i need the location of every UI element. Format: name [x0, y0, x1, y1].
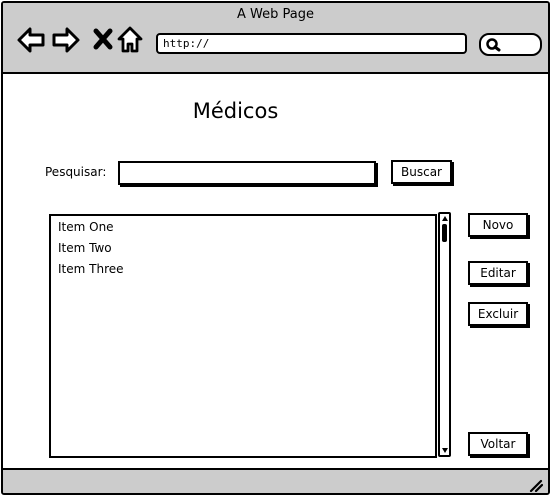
status-bar: [3, 468, 548, 493]
list-item[interactable]: Item Two: [58, 240, 112, 256]
delete-button[interactable]: Excluir: [468, 302, 528, 326]
scroll-down-arrow-icon[interactable]: [442, 448, 448, 453]
scroll-thumb[interactable]: [442, 224, 447, 242]
scroll-up-arrow-icon[interactable]: [442, 216, 448, 221]
window-title: A Web Page: [237, 7, 314, 22]
list-item[interactable]: Item One: [58, 219, 114, 235]
browser-toolbar: A Web Page http://: [3, 3, 548, 74]
list-scrollbar[interactable]: [438, 212, 451, 457]
resize-grip-icon[interactable]: [529, 477, 544, 493]
new-button[interactable]: Novo: [468, 213, 528, 237]
browser-window: A Web Page http:// Médicos Pesquisar: Bu…: [1, 1, 550, 495]
back-button[interactable]: Voltar: [468, 432, 528, 456]
home-icon[interactable]: [116, 25, 146, 55]
search-input[interactable]: [118, 161, 376, 185]
list-item[interactable]: Item Three: [58, 261, 124, 277]
address-bar[interactable]: http://: [156, 33, 467, 54]
forward-arrow-icon[interactable]: [51, 25, 81, 55]
close-x-icon[interactable]: [89, 25, 119, 55]
search-icon: [485, 37, 501, 53]
browser-search-box[interactable]: [479, 33, 542, 56]
address-text: http://: [163, 37, 210, 50]
search-button[interactable]: Buscar: [391, 160, 452, 184]
back-arrow-icon[interactable]: [16, 25, 46, 55]
doctors-list[interactable]: Item One Item Two Item Three: [49, 214, 437, 458]
edit-button[interactable]: Editar: [468, 261, 528, 285]
search-label: Pesquisar:: [45, 165, 107, 179]
page-title: Médicos: [192, 99, 279, 123]
